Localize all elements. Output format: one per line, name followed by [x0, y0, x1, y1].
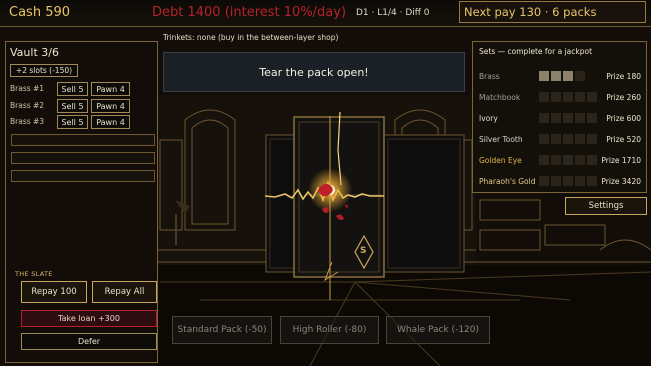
set-progress-pip: [563, 155, 573, 165]
sets-title: Sets — complete for a jackpot: [479, 47, 593, 56]
cash-display: Cash 590: [9, 5, 71, 20]
set-progress-pip: [575, 155, 585, 165]
set-progress-pip: [563, 176, 573, 186]
vault-panel: Vault 3/6 +2 slots (-150) Brass #1 Sell …: [5, 41, 158, 363]
sell-button[interactable]: Sell 5: [57, 115, 88, 129]
set-prize: Prize 520: [606, 135, 641, 144]
defer-button[interactable]: Defer: [21, 333, 157, 350]
set-progress-pip: [551, 71, 561, 81]
take-loan-button[interactable]: Take loan +300: [21, 310, 157, 327]
standard-pack-button[interactable]: Standard Pack (-50): [172, 316, 272, 344]
set-prize: Prize 260: [606, 93, 641, 102]
slate-title: THE SLATE: [15, 270, 53, 278]
set-progress-pip: [575, 71, 585, 81]
empty-vault-slot: [11, 152, 155, 164]
set-row: Matchbook Prize 260: [473, 91, 646, 105]
set-progress-pip: [539, 134, 549, 144]
set-progress-pip: [563, 92, 573, 102]
set-progress-pip: [575, 113, 585, 123]
set-row: Silver Tooth Prize 520: [473, 133, 646, 147]
whale-pack-button[interactable]: Whale Pack (-120): [386, 316, 490, 344]
set-progress-pip: [539, 113, 549, 123]
set-progress-pip: [551, 113, 561, 123]
add-slots-button[interactable]: +2 slots (-150): [10, 64, 78, 77]
top-bar: Cash 590 Debt 1400 (interest 10%/day) D1…: [0, 0, 651, 27]
set-prize: Prize 1710: [601, 156, 641, 165]
set-name: Brass: [479, 72, 500, 81]
set-prize: Prize 180: [606, 72, 641, 81]
empty-vault-slot: [11, 170, 155, 182]
set-progress-pip: [539, 92, 549, 102]
set-row: Pharaoh's Gold Prize 3420: [473, 175, 646, 189]
set-progress-pip: [539, 71, 549, 81]
high-roller-pack-button[interactable]: High Roller (-80): [280, 316, 379, 344]
set-progress-pip: [551, 155, 561, 165]
set-name: Pharaoh's Gold: [479, 177, 536, 186]
set-progress-pip: [539, 176, 549, 186]
set-prize: Prize 3420: [601, 177, 641, 186]
sets-panel: Sets — complete for a jackpot Brass Prize…: [472, 41, 647, 193]
sell-button[interactable]: Sell 5: [57, 82, 88, 96]
set-progress-pip: [587, 113, 597, 123]
set-name: Silver Tooth: [479, 135, 523, 144]
settings-button[interactable]: Settings: [565, 197, 647, 215]
vault-item-label: Brass #1: [10, 84, 45, 93]
set-progress-pip: [551, 176, 561, 186]
vault-item-label: Brass #3: [10, 117, 45, 126]
set-progress-pip: [563, 113, 573, 123]
set-progress-pip: [575, 176, 585, 186]
vault-item-label: Brass #2: [10, 101, 45, 110]
repay-100-button[interactable]: Repay 100: [21, 281, 87, 303]
debt-display: Debt 1400 (interest 10%/day): [152, 5, 347, 20]
set-progress-pip: [587, 155, 597, 165]
pawn-button[interactable]: Pawn 4: [91, 115, 130, 129]
instruction-banner: Tear the pack open!: [163, 52, 465, 92]
set-progress-pip: [551, 134, 561, 144]
card-rank: S: [360, 246, 367, 256]
set-progress-pip: [575, 134, 585, 144]
set-progress-pip: [587, 92, 597, 102]
set-prize: Prize 600: [606, 114, 641, 123]
vault-title: Vault 3/6: [10, 46, 59, 59]
set-progress-pip: [551, 92, 561, 102]
repay-all-button[interactable]: Repay All: [92, 281, 157, 303]
set-row: Ivory Prize 600: [473, 112, 646, 126]
set-progress-pip: [575, 92, 585, 102]
pawn-button[interactable]: Pawn 4: [91, 82, 130, 96]
set-name: Matchbook: [479, 93, 521, 102]
depth-indicator: D1 · L1/4 · Diff 0: [356, 8, 430, 18]
sell-button[interactable]: Sell 5: [57, 99, 88, 113]
set-progress-pip: [539, 155, 549, 165]
set-name: Ivory: [479, 114, 498, 123]
set-row: Golden Eye Prize 1710: [473, 154, 646, 168]
set-progress-pip: [563, 134, 573, 144]
set-progress-pip: [587, 176, 597, 186]
set-progress-pip: [563, 71, 573, 81]
set-name: Golden Eye: [479, 156, 522, 165]
trinkets-status: Trinkets: none (buy in the between-layer…: [163, 33, 339, 42]
set-row: Brass Prize 180: [473, 70, 646, 84]
next-pay-display: Next pay 130 · 6 packs: [459, 1, 646, 23]
pawn-button[interactable]: Pawn 4: [91, 99, 130, 113]
set-progress-pip: [587, 134, 597, 144]
empty-vault-slot: [11, 134, 155, 146]
